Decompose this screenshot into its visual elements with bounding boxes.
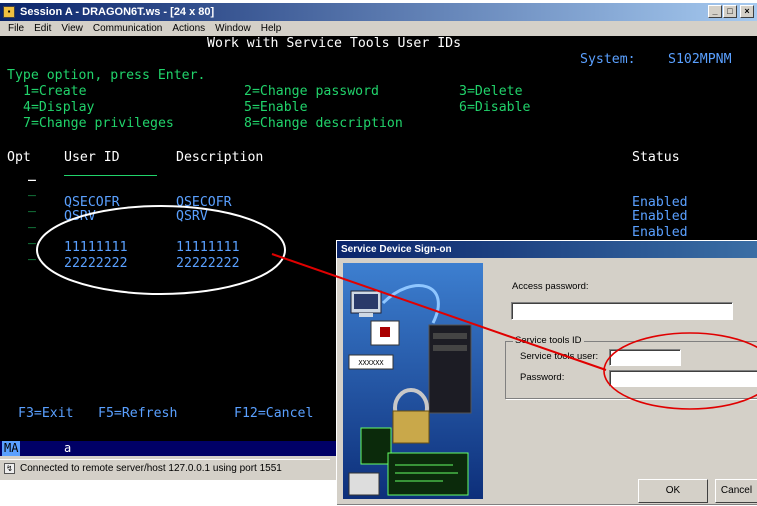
ok-button[interactable]: OK bbox=[638, 479, 708, 503]
access-password-field[interactable] bbox=[511, 302, 733, 320]
fkey-exit[interactable]: F3=Exit bbox=[18, 406, 74, 422]
service-tools-id-label: Service tools ID bbox=[513, 335, 584, 346]
fkey-refresh[interactable]: F5=Refresh bbox=[98, 406, 177, 422]
input-underline bbox=[64, 175, 157, 176]
window-title: Session A - DRAGON6T.ws - [24 x 80] bbox=[20, 6, 215, 18]
minimize-button[interactable]: _ bbox=[708, 5, 722, 18]
screen-title: Work with Service Tools User IDs bbox=[207, 36, 462, 51]
row-status: Enabled bbox=[632, 209, 688, 224]
oia-indicator: MA bbox=[2, 441, 21, 456]
col-status-header: Status bbox=[632, 150, 680, 165]
sign-on-dialog: Service Device Sign-on XXXXXX Access pas… bbox=[336, 240, 757, 506]
dialog-title-bar: Service Device Sign-on bbox=[337, 241, 757, 258]
col-userid-header: User ID bbox=[64, 150, 120, 165]
option-delete: 3=Delete bbox=[459, 84, 523, 99]
system-name: S102MPNM bbox=[668, 52, 732, 67]
password-label: Password: bbox=[520, 372, 565, 383]
access-password-label: Access password: bbox=[512, 281, 589, 292]
close-button[interactable]: × bbox=[740, 5, 754, 18]
option-change-password: 2=Change password bbox=[244, 84, 379, 99]
cancel-button[interactable]: Cancel bbox=[715, 479, 757, 503]
menu-actions[interactable]: Actions bbox=[172, 23, 205, 34]
option-change-privileges: 7=Change privileges bbox=[23, 116, 174, 131]
row-opt[interactable]: _ bbox=[28, 214, 36, 230]
row-userid: 11111111 bbox=[64, 240, 128, 255]
row-opt[interactable]: _ bbox=[28, 246, 36, 262]
password-field[interactable] bbox=[609, 370, 757, 387]
status-bar: ↯ Connected to remote server/host 127.0.… bbox=[0, 459, 330, 478]
row-description: QSRV bbox=[176, 209, 208, 224]
maximize-button[interactable]: □ bbox=[723, 5, 737, 18]
cursor-field[interactable]: _ bbox=[28, 167, 36, 183]
app-icon: ▪ bbox=[3, 6, 15, 18]
row-opt[interactable]: _ bbox=[28, 182, 36, 198]
row-status: Enabled bbox=[632, 225, 688, 240]
menu-bar: File Edit View Communication Actions Window He… bbox=[0, 22, 757, 36]
fkey-cancel[interactable]: F12=Cancel bbox=[234, 406, 313, 422]
service-tools-user-label: Service tools user: bbox=[520, 351, 599, 362]
menu-file[interactable]: File bbox=[8, 23, 24, 34]
server-illustration-icon: XXXXXX bbox=[348, 284, 472, 496]
row-description: 11111111 bbox=[176, 240, 240, 255]
option-disable: 6=Disable bbox=[459, 100, 531, 115]
menu-help[interactable]: Help bbox=[261, 23, 282, 34]
row-opt[interactable]: _ bbox=[28, 198, 36, 214]
menu-edit[interactable]: Edit bbox=[34, 23, 51, 34]
row-userid: QSRV bbox=[64, 209, 96, 224]
option-create: 1=Create bbox=[23, 84, 87, 99]
instruction-text: Type option, press Enter. bbox=[7, 68, 206, 83]
option-change-description: 8=Change description bbox=[244, 116, 403, 131]
title-bar: ▪ Session A - DRAGON6T.ws - [24 x 80] _ … bbox=[0, 3, 757, 21]
row-userid: 22222222 bbox=[64, 256, 128, 271]
option-display: 4=Display bbox=[23, 100, 95, 115]
menu-view[interactable]: View bbox=[61, 23, 83, 34]
col-opt-header: Opt bbox=[7, 150, 31, 165]
menu-communication[interactable]: Communication bbox=[93, 23, 162, 34]
row-opt[interactable]: _ bbox=[28, 230, 36, 246]
art-badge-text: XXXXXX bbox=[358, 359, 384, 367]
menu-window[interactable]: Window bbox=[215, 23, 251, 34]
connection-icon: ↯ bbox=[4, 463, 15, 474]
server-illustration: XXXXXX bbox=[343, 263, 483, 499]
dialog-title: Service Device Sign-on bbox=[341, 244, 452, 255]
status-text: Connected to remote server/host 127.0.0.… bbox=[20, 463, 282, 474]
service-tools-user-field[interactable] bbox=[609, 349, 681, 366]
system-label: System: bbox=[580, 52, 636, 67]
oia-cursor-char: a bbox=[64, 441, 72, 455]
row-description: 22222222 bbox=[176, 256, 240, 271]
option-enable: 5=Enable bbox=[244, 100, 308, 115]
col-description-header: Description bbox=[176, 150, 264, 165]
